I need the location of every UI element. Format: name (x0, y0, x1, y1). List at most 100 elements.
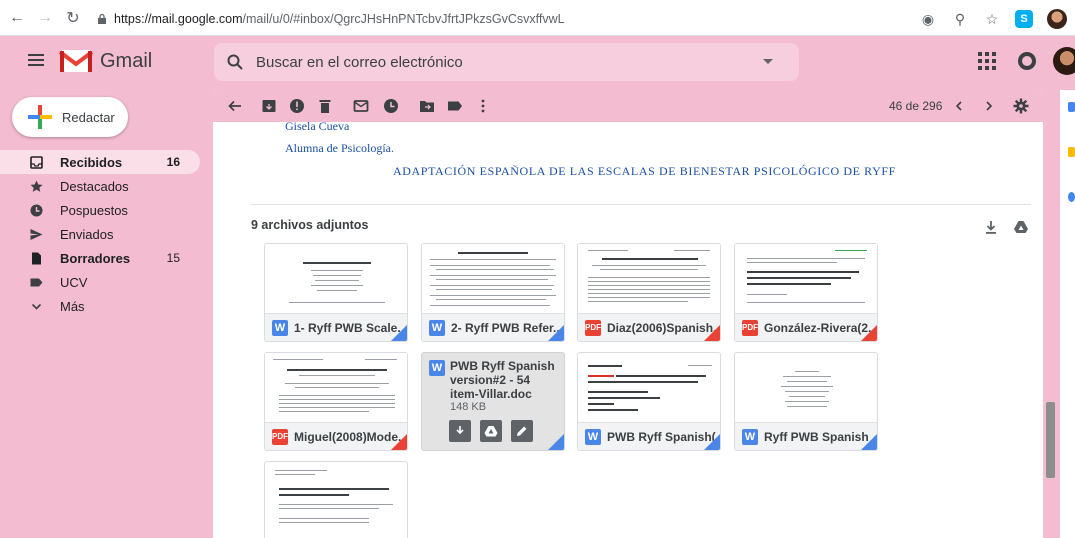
attachment-preview (735, 353, 877, 423)
pencil-icon (517, 426, 527, 436)
attachment-preview (265, 353, 407, 423)
address-bar[interactable]: https://mail.google.com/mail/u/0/#inbox/… (96, 7, 896, 31)
archive-icon[interactable] (261, 98, 277, 114)
attachment-preview (578, 353, 720, 423)
star-bookmark-icon[interactable]: ☆ (983, 10, 1001, 28)
tasks-addon-icon[interactable] (1068, 192, 1075, 202)
word-file-icon: W (585, 428, 601, 445)
delete-icon[interactable] (317, 98, 333, 114)
gmail-wordmark: Gmail (100, 50, 153, 72)
word-file-icon: W (429, 319, 445, 336)
attachment-card[interactable]: W PWB Ryff Spanish(... (577, 352, 721, 451)
draft-icon (32, 252, 41, 265)
search-options-caret-icon[interactable] (763, 59, 773, 64)
pdf-file-icon: PDF (272, 428, 288, 445)
star-icon (30, 180, 43, 192)
reload-icon[interactable]: ↻ (62, 7, 84, 29)
mark-unread-icon[interactable] (353, 98, 369, 114)
attachment-filename: 2- Ryff PWB Refer... (451, 320, 564, 335)
key-icon[interactable]: ⚲ (951, 10, 969, 28)
save-to-drive-icon[interactable] (1013, 219, 1029, 235)
main-menu-icon[interactable] (28, 54, 44, 66)
compose-label: Redactar (62, 109, 115, 125)
attachment-preview (422, 244, 564, 314)
attachment-preview (265, 244, 407, 314)
browser-toolbar: ← → ↻ https://mail.google.com/mail/u/0/#… (0, 0, 1075, 36)
calendar-addon-icon[interactable] (1068, 102, 1075, 112)
apps-grid-icon[interactable] (978, 52, 996, 70)
move-to-icon[interactable] (419, 98, 435, 114)
scrollbar-thumb[interactable] (1046, 402, 1055, 478)
sidebar-item-count: 16 (166, 155, 180, 169)
sidebar-item-inbox[interactable]: Recibidos 16 (0, 150, 200, 174)
signature-name: Gisela Cueva (285, 119, 350, 133)
file-corner-fold (704, 434, 720, 450)
keep-addon-icon[interactable] (1068, 147, 1075, 157)
sidebar-item-count: 15 (166, 251, 180, 265)
sidebar-item-label: Destacados (60, 178, 129, 194)
sidebar-item-snoozed[interactable]: Pospuestos (0, 198, 200, 222)
sidebar-item-label: Más (60, 298, 85, 314)
account-avatar[interactable] (1053, 47, 1075, 75)
attachment-card[interactable]: W 2- Ryff PWB Refer... (421, 243, 565, 342)
inbox-icon (30, 156, 43, 169)
sidebar-item-label: Borradores (60, 250, 131, 266)
download-attachment-button[interactable] (449, 420, 471, 442)
attachment-card[interactable]: PDF Diaz(2006)Spanish... (577, 243, 721, 342)
back-to-inbox-icon[interactable] (227, 98, 243, 114)
word-file-icon: W (429, 360, 445, 376)
snooze-icon[interactable] (383, 98, 399, 114)
sidebar-item-drafts[interactable]: Borradores 15 (0, 246, 200, 270)
sidebar-item-label: UCV (60, 274, 88, 290)
save-attachment-to-drive-button[interactable] (480, 420, 502, 442)
attachment-card-hovered[interactable]: W PWB Ryff Spanish version#2 - 54 item-V… (421, 352, 565, 451)
file-corner-fold (861, 325, 877, 341)
sidebar-item-sent[interactable]: Enviados (0, 222, 200, 246)
signature-role: Alumna de Psicología. (285, 141, 394, 155)
sidebar-item-starred[interactable]: Destacados (0, 174, 200, 198)
search-bar[interactable]: Buscar en el correo electrónico (214, 43, 799, 81)
sidebar-item-ucv[interactable]: UCV (0, 270, 200, 294)
forward-arrow-icon[interactable]: → (34, 7, 56, 29)
attachment-card[interactable]: PDF Miguel(2008)Mode... (264, 352, 408, 451)
lock-icon (98, 13, 106, 24)
url-host: https://mail.google.com (114, 12, 243, 26)
file-corner-fold (861, 434, 877, 450)
attachments-divider (251, 204, 1031, 205)
skype-extension-icon[interactable]: S (1015, 10, 1033, 28)
eye-icon[interactable]: ◉ (919, 10, 937, 28)
attachments-header: 9 archivos adjuntos (251, 218, 369, 232)
sidebar-item-more[interactable]: Más (0, 294, 200, 318)
attachment-card[interactable]: PDF González-Rivera(2... (734, 243, 878, 342)
browser-profile-avatar[interactable] (1047, 9, 1067, 29)
label-as-icon[interactable] (447, 98, 463, 114)
side-panel (1060, 90, 1075, 538)
compose-button[interactable]: Redactar (12, 97, 128, 137)
edit-attachment-button[interactable] (511, 420, 533, 442)
file-corner-fold (704, 325, 720, 341)
older-chevron-icon[interactable] (981, 98, 997, 114)
search-input[interactable]: Buscar en el correo electrónico (256, 54, 463, 71)
sidebar-item-label: Pospuestos (60, 202, 128, 218)
file-corner-fold (548, 325, 564, 341)
sidebar-nav: Recibidos 16 Destacados Pospuestos Envia… (0, 150, 200, 318)
label-icon (30, 278, 43, 287)
attachment-preview (578, 244, 720, 314)
search-icon[interactable] (226, 53, 244, 71)
newer-chevron-icon[interactable] (951, 98, 967, 114)
attachment-card[interactable] (264, 461, 408, 538)
back-arrow-icon[interactable]: ← (6, 7, 28, 29)
download-icon (456, 426, 464, 435)
attachment-card[interactable]: W Ryff PWB Spanish ... (734, 352, 878, 451)
document-title: ADAPTACIÓN ESPAÑOLA DE LAS ESCALAS DE BI… (393, 164, 896, 178)
message-view: 46 de 296 Gisela Cueva Alumna de Psicolo… (213, 90, 1043, 538)
download-all-icon[interactable] (983, 219, 999, 235)
pagination-counter: 46 de 296 (889, 99, 943, 113)
attachment-preview (265, 462, 407, 538)
more-vert-icon[interactable] (475, 98, 491, 114)
report-spam-icon[interactable] (289, 98, 305, 114)
attachment-card[interactable]: W 1- Ryff PWB Scale... (264, 243, 408, 342)
file-corner-fold (391, 434, 407, 450)
settings-gear-icon[interactable] (1013, 98, 1029, 114)
notifications-ring-icon[interactable] (1018, 52, 1036, 70)
